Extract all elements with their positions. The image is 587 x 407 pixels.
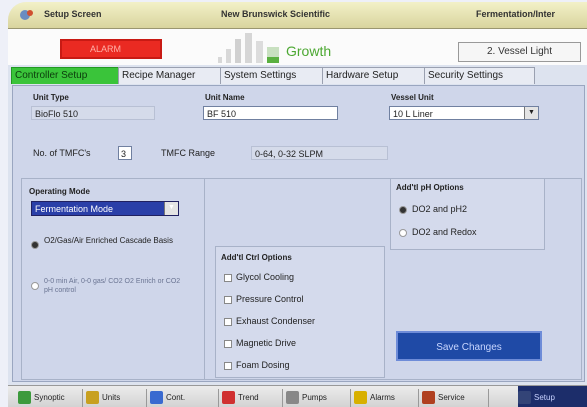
screen-title: Setup Screen: [44, 9, 102, 19]
tmfc-range-field: 0-64, 0-32 SLPM: [251, 146, 388, 160]
magnetic-drive-label: Magnetic Drive: [236, 338, 297, 348]
nav-synoptic[interactable]: Synoptic: [18, 389, 83, 407]
controls-icon: [150, 391, 163, 405]
process-title: Fermentation/Inter: [476, 9, 556, 19]
vessel-unit-label: Vessel Unit: [391, 93, 434, 102]
nav-setup-label: Setup: [534, 393, 555, 402]
exhaust-condenser-checkbox[interactable]: Exhaust Condenser: [224, 316, 315, 326]
nav-alarms[interactable]: Alarms: [354, 389, 419, 407]
save-changes-button[interactable]: Save Changes: [396, 331, 542, 361]
nav-setup[interactable]: Setup: [518, 386, 587, 407]
nav-synoptic-label: Synoptic: [34, 393, 65, 402]
nav-controls[interactable]: Cont.: [150, 389, 219, 407]
checkbox-box: [224, 361, 232, 370]
unit-type-label: Unit Type: [33, 93, 69, 102]
operating-mode-group: Operating Mode Fermentation Mode ▼ O2/Ga…: [21, 178, 205, 380]
tmfc-range-label: TMFC Range: [161, 148, 216, 158]
nav-pumps-label: Pumps: [302, 393, 327, 402]
unit-name-input[interactable]: BF 510: [203, 106, 338, 120]
chevron-down-icon[interactable]: ▼: [524, 107, 538, 119]
phase-label: Growth: [286, 43, 332, 59]
tab-recipe-manager[interactable]: Recipe Manager: [118, 67, 223, 84]
tmfc-count-field[interactable]: 3: [118, 146, 132, 160]
service-icon: [422, 391, 435, 405]
foam-dosing-label: Foam Dosing: [236, 360, 290, 370]
operating-mode-select[interactable]: Fermentation Mode ▼: [31, 201, 179, 216]
nav-service-label: Service: [438, 393, 465, 402]
do2-ph2-label: DO2 and pH2: [412, 204, 468, 214]
company-title: New Brunswick Scientific: [221, 9, 331, 19]
alt-mode-radio-label: 0-0 min Air, 0-0 gas/ CO2 O2 Enrich or C…: [44, 278, 181, 294]
alarm-text: ALARM: [90, 44, 122, 54]
radio-indicator: [31, 241, 39, 249]
radio-indicator: [31, 282, 39, 290]
pressure-control-checkbox[interactable]: Pressure Control: [224, 294, 304, 304]
nav-units-label: Units: [102, 393, 121, 402]
vessel-light-button[interactable]: 2. Vessel Light: [458, 42, 581, 62]
checkbox-box: [224, 295, 232, 304]
vessel-unit-select[interactable]: 10 L Liner ▼: [389, 106, 539, 120]
nav-trend[interactable]: Trend: [222, 389, 283, 407]
nav-service[interactable]: Service: [422, 389, 489, 407]
unit-type-field: BioFlo 510: [31, 106, 155, 120]
trend-icon: [222, 391, 235, 405]
operating-mode-value: Fermentation Mode: [35, 204, 114, 214]
checkbox-box: [224, 273, 232, 282]
chevron-down-icon[interactable]: ▼: [164, 202, 178, 215]
nav-controls-label: Cont.: [166, 393, 186, 402]
nav-alarms-label: Alarms: [370, 393, 395, 402]
nav-units[interactable]: Units: [86, 389, 147, 407]
status-strip: ALARM Growth 2. Vessel Light: [8, 29, 587, 65]
foam-dosing-checkbox[interactable]: Foam Dosing: [224, 360, 290, 370]
signal-bars-icon: [218, 33, 279, 63]
cascade-radio-label: O2/Gas/Air Enriched Cascade Basis: [44, 236, 173, 245]
nav-pumps[interactable]: Pumps: [286, 389, 351, 407]
setup-icon: [518, 391, 531, 405]
tab-hardware-setup[interactable]: Hardware Setup: [322, 67, 427, 84]
glycol-cooling-checkbox[interactable]: Glycol Cooling: [224, 272, 294, 282]
tab-controller-setup[interactable]: Controller Setup: [11, 67, 121, 84]
pumps-icon: [286, 391, 299, 405]
alt-mode-radio[interactable]: 0-0 min Air, 0-0 gas/ CO2 O2 Enrich or C…: [31, 277, 191, 295]
alarm-icon: [354, 391, 367, 405]
nav-trend-label: Trend: [238, 393, 259, 402]
app-window: Setup Screen New Brunswick Scientific Fe…: [8, 2, 587, 407]
ph-options-title: Add'tl pH Options: [396, 183, 464, 192]
alarm-indicator[interactable]: ALARM: [60, 39, 162, 59]
do2-redox-radio[interactable]: DO2 and Redox: [399, 227, 477, 237]
do2-ph2-radio[interactable]: DO2 and pH2: [399, 204, 467, 214]
vessel-unit-value: 10 L Liner: [393, 109, 433, 119]
bottom-nav: Synoptic Units Cont. Trend Pumps Alarms …: [8, 385, 587, 407]
units-icon: [86, 391, 99, 405]
checkbox-box: [224, 339, 232, 348]
synoptic-icon: [18, 391, 31, 405]
do2-redox-label: DO2 and Redox: [412, 227, 477, 237]
radio-indicator: [399, 228, 407, 237]
checkbox-box: [224, 317, 232, 326]
title-bar: Setup Screen New Brunswick Scientific Fe…: [8, 2, 587, 29]
glycol-cooling-label: Glycol Cooling: [236, 272, 295, 282]
tab-system-settings[interactable]: System Settings: [220, 67, 325, 84]
magnetic-drive-checkbox[interactable]: Magnetic Drive: [224, 338, 296, 348]
pressure-control-label: Pressure Control: [236, 294, 304, 304]
exhaust-condenser-label: Exhaust Condenser: [236, 316, 316, 326]
ctrl-options-title: Add'tl Ctrl Options: [221, 253, 292, 262]
ctrl-options-group: Add'tl Ctrl Options Glycol Cooling Press…: [215, 246, 385, 378]
operating-mode-label: Operating Mode: [29, 187, 90, 196]
tab-bar: Controller Setup Recipe Manager System S…: [8, 66, 587, 85]
app-logo-icon: [20, 10, 33, 20]
ph-options-group: Add'tl pH Options DO2 and pH2 DO2 and Re…: [390, 178, 545, 250]
radio-indicator: [399, 205, 407, 214]
cascade-radio[interactable]: O2/Gas/Air Enriched Cascade Basis: [31, 236, 191, 249]
tmfc-count-label: No. of TMFC's: [33, 148, 91, 158]
unit-name-label: Unit Name: [205, 93, 245, 102]
tab-security-settings[interactable]: Security Settings: [424, 67, 535, 84]
